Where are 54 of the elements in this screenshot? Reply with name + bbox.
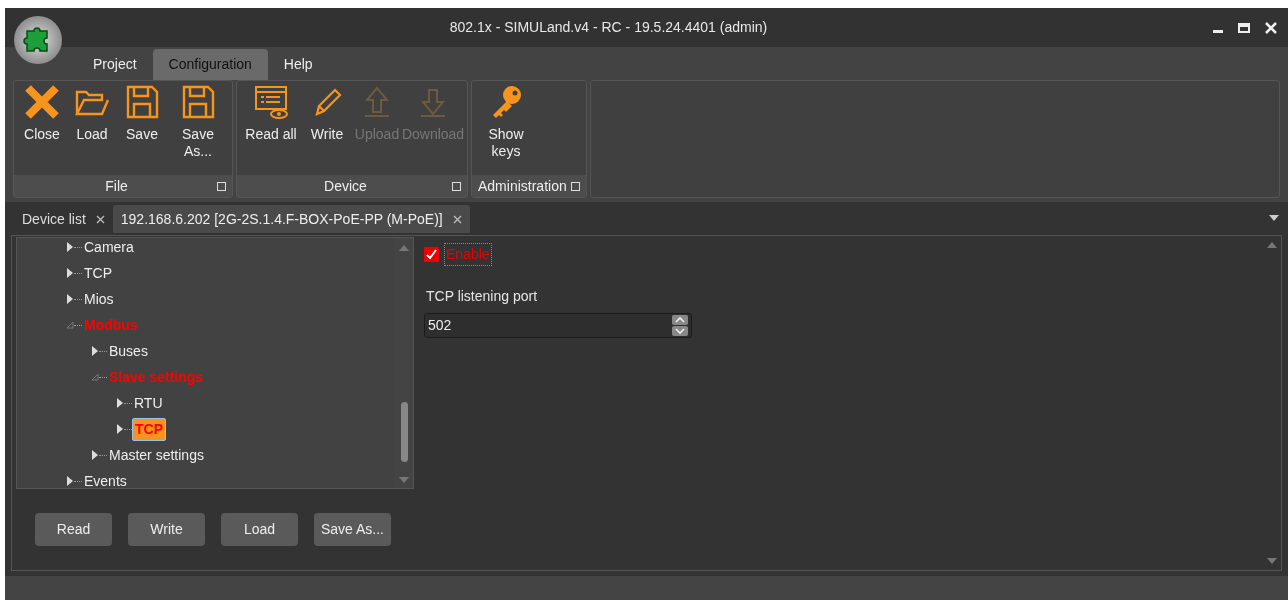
port-label: TCP listening port: [426, 287, 538, 306]
ribbon-button[interactable]: Write: [302, 84, 352, 175]
tree-item[interactable]: Camera: [82, 238, 136, 258]
expand-icon[interactable]: [66, 294, 74, 304]
panel-button[interactable]: Write: [128, 513, 205, 546]
expand-icon[interactable]: [66, 268, 74, 278]
tree-item[interactable]: Events: [82, 470, 129, 488]
port-spinbox[interactable]: 502: [424, 313, 692, 338]
ribbon-button[interactable]: Read all: [240, 84, 302, 175]
dialog-launcher-icon[interactable]: [217, 181, 226, 191]
window-title: 802.1x - SIMULand.v4 - RC - 19.5.24.4401 (admin): [448, 18, 769, 37]
ribbon-button[interactable]: Save As...: [167, 84, 229, 175]
ribbon-button[interactable]: Close: [17, 84, 67, 175]
tree-item[interactable]: TCP: [82, 262, 114, 284]
menu-tab[interactable]: Configuration: [152, 49, 268, 80]
tree-item[interactable]: RTU: [132, 392, 165, 414]
ribbon-button[interactable]: Show keys: [475, 84, 537, 175]
menu-tab[interactable]: Help: [267, 49, 329, 80]
scroll-up-icon[interactable]: [1267, 242, 1277, 248]
close-tab-icon[interactable]: [95, 214, 105, 224]
close-icon[interactable]: [1264, 21, 1278, 34]
close-tab-icon[interactable]: [452, 214, 462, 224]
tree-item[interactable]: Buses: [107, 340, 150, 362]
scroll-down-icon[interactable]: [1267, 558, 1277, 564]
expand-icon[interactable]: [66, 476, 74, 486]
list-eye-icon: [253, 84, 289, 120]
panel-button[interactable]: Save As...: [314, 513, 391, 546]
spin-up-icon[interactable]: [672, 315, 688, 325]
enable-checkbox[interactable]: [424, 247, 439, 262]
expand-icon[interactable]: [116, 398, 124, 408]
expand-icon[interactable]: [116, 424, 124, 434]
spin-down-icon[interactable]: [672, 326, 688, 336]
document-tab[interactable]: 192.168.6.202 [2G-2S.1.4.F-BOX-PoE-PP (M-PoE)]: [112, 205, 470, 233]
maximize-icon[interactable]: [1238, 21, 1250, 34]
group-label: Device: [323, 176, 368, 196]
dropdown-arrow-icon[interactable]: [1269, 215, 1279, 221]
expand-icon[interactable]: [91, 450, 99, 460]
expand-icon[interactable]: [66, 242, 74, 252]
x-mark-icon: [24, 84, 60, 120]
panel-button[interactable]: Read: [35, 513, 112, 546]
ribbon-button[interactable]: Save: [117, 84, 167, 175]
dialog-launcher-icon[interactable]: [570, 181, 580, 191]
tree-item[interactable]: Mios: [82, 288, 116, 310]
scroll-thumb[interactable]: [400, 402, 408, 462]
dialog-launcher-icon[interactable]: [452, 181, 461, 191]
group-label: Administration: [478, 176, 567, 196]
app-logo-icon: [14, 16, 62, 64]
tree-item[interactable]: Master settings: [107, 444, 206, 466]
ribbon-button[interactable]: Load: [67, 84, 117, 175]
document-tab[interactable]: Device list: [14, 205, 113, 233]
expand-icon[interactable]: [91, 346, 99, 356]
panel-button[interactable]: Load: [221, 513, 298, 546]
group-label: File: [104, 176, 129, 196]
menu-tab[interactable]: Project: [77, 49, 153, 80]
